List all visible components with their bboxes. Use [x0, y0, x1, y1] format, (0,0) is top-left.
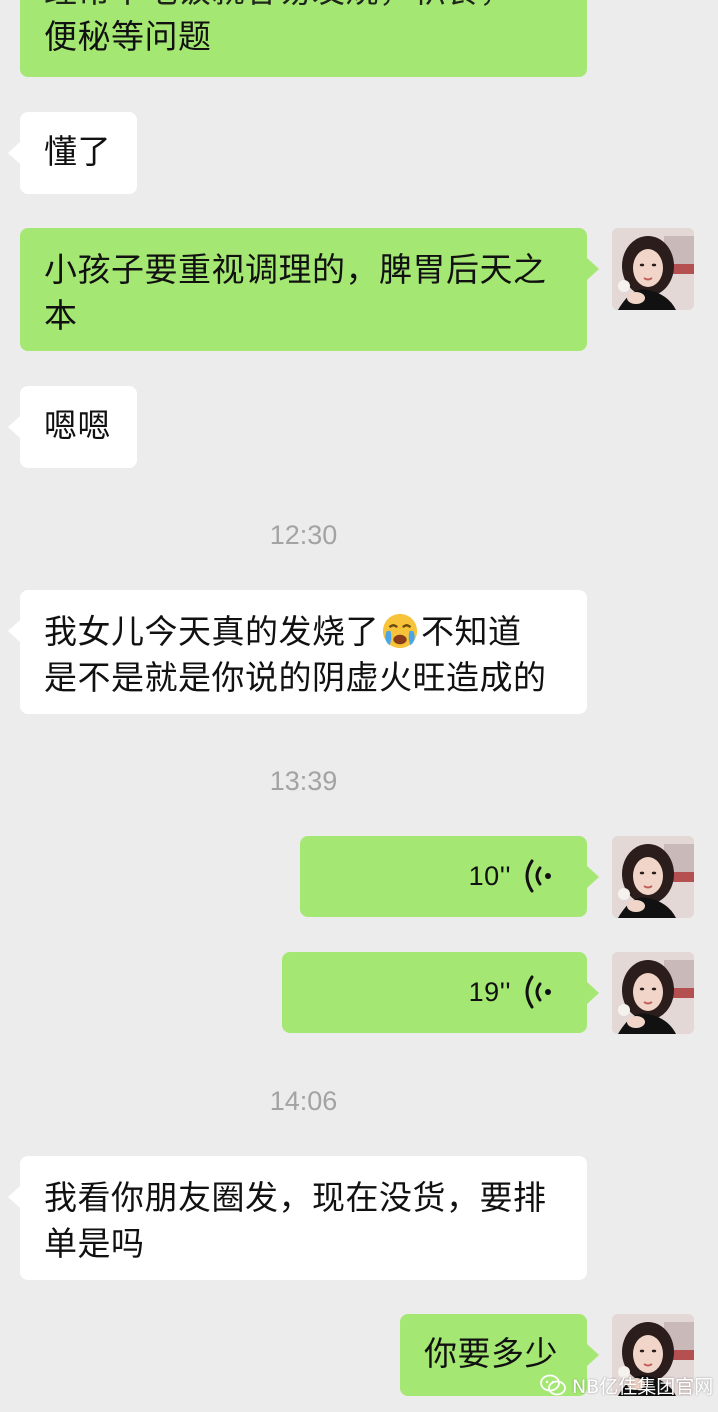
avatar-portrait-icon: [612, 228, 694, 310]
user-avatar[interactable]: [612, 228, 694, 310]
message-text: 不知道: [421, 612, 522, 651]
message-text: 嗯嗯: [44, 406, 111, 445]
chat-conversation: 经常不吃饭就容易发烧，积食， 便秘等问题 懂了 小孩子要重视调理的，脾胃后天之 …: [0, 0, 718, 1412]
message-text: 我女儿今天真的发烧了: [44, 612, 379, 651]
message-text-line: 是不是就是你说的阴虚火旺造成的: [44, 658, 547, 697]
voice-duration: 10'': [468, 861, 511, 891]
timestamp: 13:39: [269, 766, 338, 796]
message-text-line: 小孩子要重视调理的，脾胃后天之: [44, 250, 547, 289]
watermark-text: NB亿佳集团官网: [572, 1375, 714, 1398]
watermark: NB亿佳集团官网: [540, 1370, 713, 1400]
message-text-line: 本: [44, 296, 78, 335]
message-text-line: 我看你朋友圈发，现在没货，要排: [44, 1178, 547, 1217]
voice-wave-icon: [525, 975, 551, 1009]
voice-message-bubble[interactable]: 19'': [282, 952, 599, 1033]
message-bubble-received[interactable]: 懂了: [8, 112, 137, 194]
wechat-official-account-icon: [540, 1374, 566, 1396]
message-text-line: 单是吗: [44, 1224, 145, 1263]
message-bubble-received[interactable]: 嗯嗯: [8, 386, 137, 468]
message-text: 懂了: [44, 132, 111, 171]
message-text-line: 我女儿今天真的发烧了 不知道: [44, 609, 563, 655]
message-text: 你要多少: [424, 1334, 558, 1373]
message-bubble-sent[interactable]: 小孩子要重视调理的，脾胃后天之 本: [20, 228, 599, 351]
message-bubble-received[interactable]: 我女儿今天真的发烧了 不知道 是不是就是你说的阴虚火旺造成的: [8, 590, 587, 714]
user-avatar[interactable]: [612, 952, 694, 1034]
message-bubble-received[interactable]: 我看你朋友圈发，现在没货，要排 单是吗: [8, 1156, 587, 1280]
message-bubble-sent[interactable]: 经常不吃饭就容易发烧，积食， 便秘等问题: [20, 0, 587, 77]
voice-wave-icon: [525, 859, 551, 893]
timestamp: 12:30: [269, 520, 338, 550]
voice-duration: 19'': [468, 977, 511, 1007]
voice-message-bubble[interactable]: 10'': [300, 836, 599, 917]
avatar-portrait-icon: [612, 952, 694, 1034]
avatar-portrait-icon: [612, 836, 694, 918]
message-text-line: 经常不吃饭就容易发烧，积食，: [44, 0, 563, 14]
user-avatar[interactable]: [612, 836, 694, 918]
timestamp: 14:06: [269, 1086, 338, 1116]
crying-face-emoji-icon: [382, 613, 418, 649]
message-text-line: 便秘等问题: [44, 17, 212, 56]
